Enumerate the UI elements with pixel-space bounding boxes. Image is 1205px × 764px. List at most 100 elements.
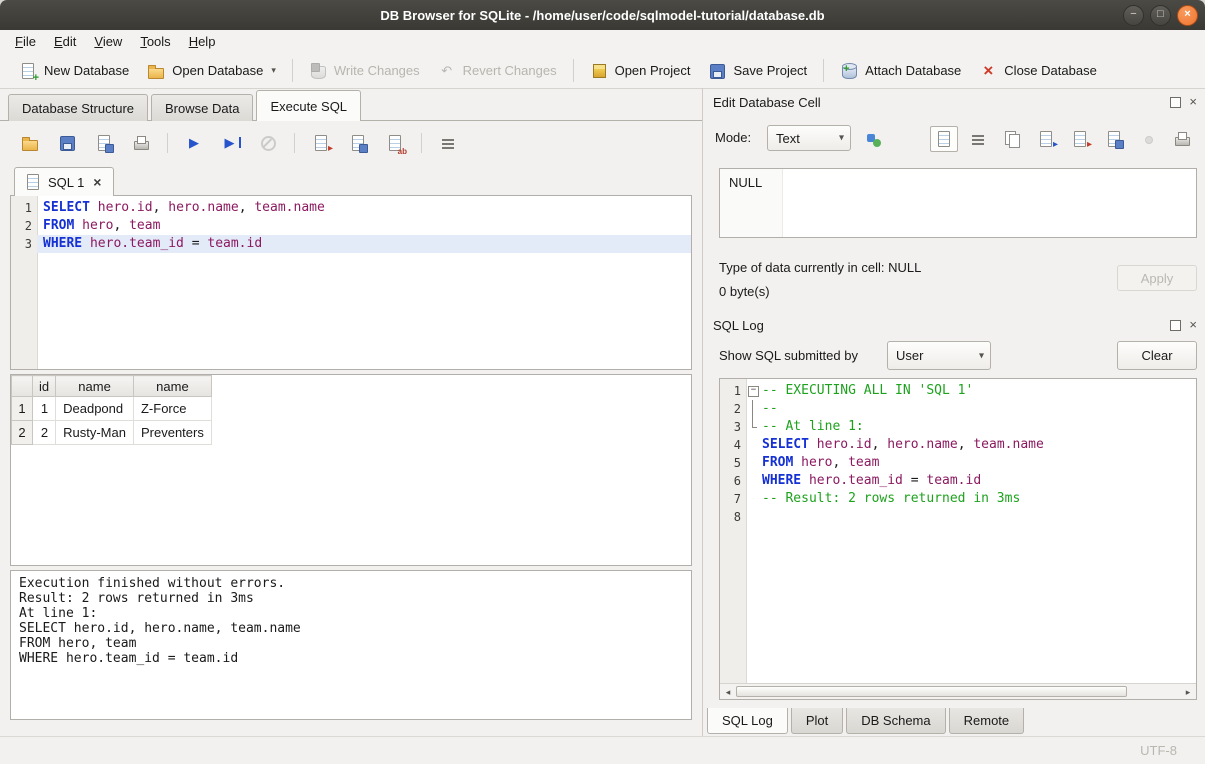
word-wrap-button[interactable]: [964, 126, 992, 152]
open-sql-file-button[interactable]: [16, 130, 44, 156]
save-data-as-button[interactable]: [1100, 126, 1128, 152]
fold-marker[interactable]: [746, 400, 760, 418]
stop-button: [254, 130, 282, 156]
results-grid[interactable]: idnamename 11DeadpondZ-Force22Rusty-ManP…: [10, 374, 692, 566]
execute-all-button[interactable]: ▶: [180, 130, 208, 156]
dropdown-caret-icon[interactable]: ▾: [271, 65, 276, 76]
tab-db-schema[interactable]: DB Schema: [846, 708, 945, 734]
close-icon[interactable]: [1189, 96, 1197, 108]
results-column-header[interactable]: name: [56, 376, 134, 397]
execute-current-line-button[interactable]: ▶: [217, 130, 245, 156]
tab-execute-sql[interactable]: Execute SQL: [256, 90, 361, 121]
code-line-body: -- Result: 2 rows returned in 3ms: [746, 490, 1196, 508]
execution-message[interactable]: Execution finished without errors. Resul…: [10, 570, 692, 720]
attach-database-button[interactable]: Attach Database: [831, 58, 970, 84]
print-button[interactable]: [127, 130, 155, 156]
main-toolbar: New DatabaseOpen Database▾Write Changes↶…: [0, 53, 1205, 89]
fold-marker[interactable]: [746, 382, 760, 400]
log-filter-select[interactable]: User: [887, 341, 991, 370]
minimize-button[interactable]: −: [1123, 5, 1144, 26]
fold-spacer: [746, 436, 760, 454]
line-number: 8: [720, 508, 746, 526]
menu-item-tools[interactable]: Tools: [131, 32, 179, 51]
code-line: 3WHERE hero.team_id = team.id: [11, 235, 691, 253]
line-number: 1: [11, 199, 37, 217]
tab-plot[interactable]: Plot: [791, 708, 843, 734]
table-row: 22Rusty-ManPreventers: [12, 421, 212, 445]
horizontal-scrollbar[interactable]: [720, 683, 1196, 699]
sql-log-code: 1-- EXECUTING ALL IN 'SQL 1'2--3-- At li…: [720, 379, 1196, 526]
sql-log-view[interactable]: 1-- EXECUTING ALL IN 'SQL 1'2--3-- At li…: [719, 378, 1197, 700]
code-text: -- EXECUTING ALL IN 'SQL 1': [760, 382, 973, 400]
tab-remote[interactable]: Remote: [949, 708, 1025, 734]
tab-sql-log[interactable]: SQL Log: [707, 708, 788, 734]
save-sql-file-icon: [58, 134, 76, 152]
open-sql-file-icon: [21, 134, 39, 152]
clear-button[interactable]: Clear: [1117, 341, 1197, 370]
code-text: -- Result: 2 rows returned in 3ms: [760, 490, 1020, 508]
text-mode-button[interactable]: [930, 126, 958, 152]
auto-switch-mode-button[interactable]: [859, 126, 889, 153]
collapse-icon[interactable]: [748, 386, 759, 397]
copy-data-button[interactable]: [998, 126, 1026, 152]
close-icon[interactable]: [1189, 319, 1197, 331]
open-database-button[interactable]: Open Database▾: [138, 58, 285, 84]
toggle-word-wrap-button[interactable]: [434, 130, 462, 156]
log-filter-value: User: [896, 348, 923, 363]
cell-value-editor[interactable]: NULL: [719, 168, 1197, 238]
results-column-header[interactable]: name: [133, 376, 211, 397]
maximize-button[interactable]: □: [1150, 5, 1171, 26]
code-text: FROM hero, team: [760, 454, 879, 472]
save-results-button[interactable]: [344, 130, 372, 156]
open-project-button[interactable]: Open Project: [581, 58, 700, 84]
sql-token: team: [848, 455, 879, 470]
results-table: idnamename 11DeadpondZ-Force22Rusty-ManP…: [11, 375, 212, 445]
tab-database-structure[interactable]: Database Structure: [8, 94, 148, 121]
title-bar[interactable]: DB Browser for SQLite - /home/user/code/…: [0, 0, 1205, 31]
sql-token: ,: [153, 200, 169, 215]
toolbar-separator: [573, 59, 574, 82]
save-project-button[interactable]: Save Project: [699, 58, 816, 84]
sql-token: [74, 218, 82, 233]
menu-item-file[interactable]: File: [6, 32, 45, 51]
scrollbar-thumb[interactable]: [736, 686, 1127, 697]
export-data-button[interactable]: [1066, 126, 1094, 152]
results-cell[interactable]: Preventers: [133, 421, 211, 445]
code-text: [760, 508, 762, 526]
results-cell[interactable]: Z-Force: [133, 397, 211, 421]
results-cell[interactable]: 2: [33, 421, 56, 445]
results-cell[interactable]: Deadpond: [56, 397, 134, 421]
tab-browse-data[interactable]: Browse Data: [151, 94, 253, 121]
sql-editor[interactable]: 1SELECT hero.id, hero.name, team.name2FR…: [10, 195, 692, 370]
cell-size-info: 0 byte(s): [719, 284, 770, 299]
fold-marker[interactable]: [746, 418, 760, 436]
sql-log-text[interactable]: 1-- EXECUTING ALL IN 'SQL 1'2--3-- At li…: [720, 379, 1196, 683]
undock-icon[interactable]: [1170, 97, 1181, 108]
cell-editor-toolbar: [930, 126, 1196, 152]
scrollbar-track[interactable]: [736, 685, 1180, 699]
save-sql-as-button[interactable]: [90, 130, 118, 156]
close-database-button[interactable]: ×Close Database: [970, 58, 1106, 84]
results-column-header[interactable]: id: [33, 376, 56, 397]
close-tab-icon[interactable]: [90, 174, 104, 190]
new-database-button[interactable]: New Database: [10, 58, 138, 84]
row-number-cell[interactable]: 1: [12, 397, 33, 421]
close-button[interactable]: ×: [1177, 5, 1198, 26]
scroll-right-icon[interactable]: [1180, 685, 1196, 699]
tab-sql-1[interactable]: SQL 1: [14, 167, 114, 196]
sql-token: -- EXECUTING ALL IN 'SQL 1': [762, 383, 973, 398]
print-cell-button[interactable]: [1168, 126, 1196, 152]
export-results-button[interactable]: [307, 130, 335, 156]
menu-item-help[interactable]: Help: [180, 32, 225, 51]
mode-select[interactable]: Text: [767, 125, 851, 151]
row-number-cell[interactable]: 2: [12, 421, 33, 445]
find-replace-button[interactable]: [381, 130, 409, 156]
results-cell[interactable]: Rusty-Man: [56, 421, 134, 445]
scroll-left-icon[interactable]: [720, 685, 736, 699]
import-data-button[interactable]: [1032, 126, 1060, 152]
menu-item-view[interactable]: View: [85, 32, 131, 51]
results-cell[interactable]: 1: [33, 397, 56, 421]
save-sql-file-button[interactable]: [53, 130, 81, 156]
undock-icon[interactable]: [1170, 320, 1181, 331]
menu-item-edit[interactable]: Edit: [45, 32, 85, 51]
